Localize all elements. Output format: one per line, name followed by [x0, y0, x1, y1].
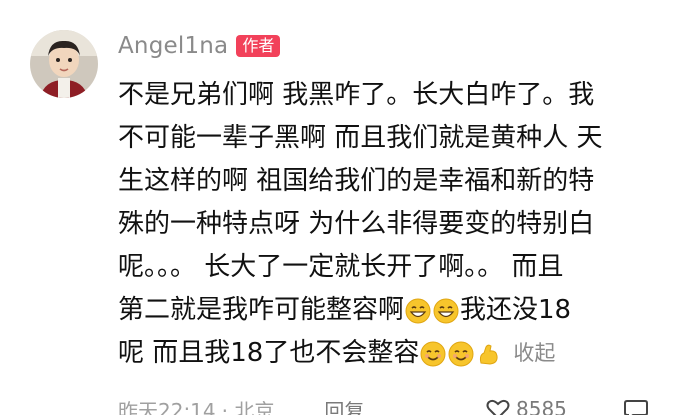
grinning-emoji-icon	[433, 298, 459, 323]
comment-line-emoji: 呢 而且我18了也不会整容 收起	[118, 332, 658, 375]
comment-line: 生这样的啊 祖国给我们的是幸福和新的特	[118, 166, 595, 196]
like-button[interactable]: 8585	[486, 397, 567, 415]
like-count: 8585	[516, 397, 567, 415]
smiling-emoji-icon	[420, 341, 446, 366]
comment-line: 呢。。。 长大了一定就长开了啊。。 而且	[118, 252, 564, 282]
location: · 北京	[221, 398, 275, 415]
flexed-arm-emoji-icon	[480, 344, 498, 365]
comment-text: 我还没18	[460, 295, 572, 325]
author-badge: 作者	[236, 35, 281, 57]
avatar[interactable]	[30, 30, 98, 98]
smiling-emoji-icon	[448, 341, 474, 366]
comment-line: 不是兄弟们啊 我黑咋了。长大白咋了。我	[118, 80, 595, 110]
comment-bubble-icon[interactable]	[623, 397, 649, 415]
heart-icon	[486, 399, 510, 415]
comment-line: 不可能一辈子黑啊 而且我们就是黄种人 天	[118, 123, 603, 153]
reply-button[interactable]: 回复	[324, 395, 364, 415]
comment-header: Angel1na 作者	[118, 33, 281, 59]
collapse-link[interactable]: 收起	[513, 332, 555, 375]
timestamp: 昨天22:14	[118, 398, 216, 415]
comment-text: 第二就是我咋可能整容啊	[118, 295, 405, 325]
grinning-emoji-icon	[405, 298, 431, 323]
comment-body: 不是兄弟们啊 我黑咋了。长大白咋了。我 不可能一辈子黑啊 而且我们就是黄种人 天…	[118, 74, 658, 375]
comment-line-emoji: 第二就是我咋可能整容啊 我还没18	[118, 289, 658, 332]
comment-text: 呢 而且我18了也不会整容	[118, 338, 420, 368]
comment-footer: 昨天22:14 · 北京 回复 8585	[118, 394, 678, 415]
comment-line: 殊的一种特点呀 为什么非得要变的特别白	[118, 209, 595, 239]
avatar-image	[30, 30, 98, 98]
username[interactable]: Angel1na	[118, 33, 228, 59]
